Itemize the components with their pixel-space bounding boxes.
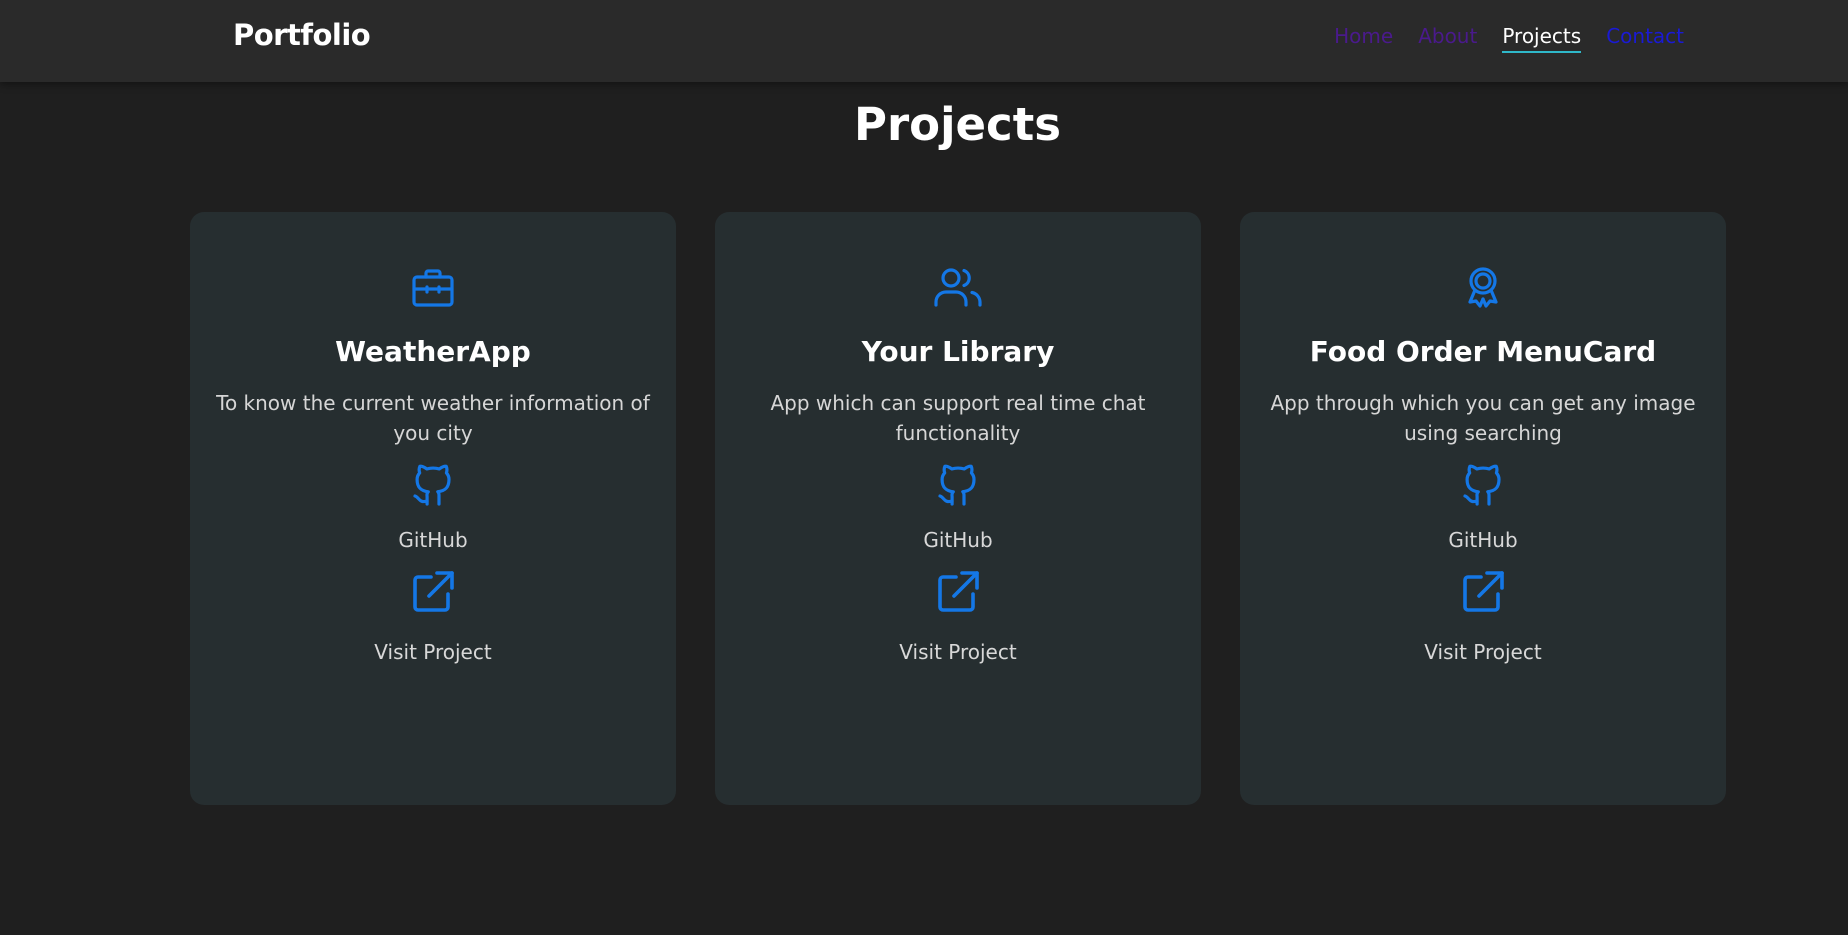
nav-home-link[interactable]: Home (1334, 24, 1393, 53)
project-card: Your Library App which can support real … (715, 212, 1201, 805)
visit-project-link[interactable]: Visit Project (899, 568, 1017, 664)
project-description: App through which you can get any image … (1270, 391, 1696, 445)
award-icon (1459, 264, 1507, 312)
nav-links: Home About Projects Contact (1334, 24, 1684, 53)
external-link-icon (934, 568, 982, 616)
external-link-icon (409, 568, 457, 616)
github-link[interactable]: GitHub (1448, 460, 1518, 552)
visit-project-label: Visit Project (899, 640, 1017, 664)
project-card: Food Order MenuCard App through which yo… (1240, 212, 1726, 805)
github-icon (1459, 460, 1507, 508)
project-description: To know the current weather information … (216, 391, 650, 445)
github-link[interactable]: GitHub (923, 460, 993, 552)
github-label: GitHub (1448, 528, 1518, 552)
users-icon (934, 264, 982, 312)
project-title: Food Order MenuCard (1309, 335, 1657, 368)
github-icon (409, 460, 457, 508)
briefcase-icon (409, 264, 457, 312)
external-link-icon (1459, 568, 1507, 616)
project-description: App which can support real time chat fun… (770, 391, 1146, 445)
visit-project-link[interactable]: Visit Project (1424, 568, 1542, 664)
navbar: Portfolio Home About Projects Contact (0, 0, 1848, 82)
project-title: WeatherApp (335, 335, 531, 368)
github-icon (934, 460, 982, 508)
visit-project-label: Visit Project (374, 640, 492, 664)
github-label: GitHub (398, 528, 468, 552)
nav-projects-link[interactable]: Projects (1502, 24, 1582, 53)
brand-logo[interactable]: Portfolio (233, 18, 371, 52)
project-card: WeatherApp To know the current weather i… (190, 212, 676, 805)
project-title: Your Library (861, 335, 1055, 368)
project-cards: WeatherApp To know the current weather i… (190, 212, 1726, 805)
visit-project-link[interactable]: Visit Project (374, 568, 492, 664)
visit-project-label: Visit Project (1424, 640, 1542, 664)
nav-about-link[interactable]: About (1418, 24, 1477, 53)
page-title: Projects (853, 98, 1061, 151)
github-label: GitHub (923, 528, 993, 552)
nav-contact-link[interactable]: Contact (1606, 24, 1684, 53)
github-link[interactable]: GitHub (398, 460, 468, 552)
